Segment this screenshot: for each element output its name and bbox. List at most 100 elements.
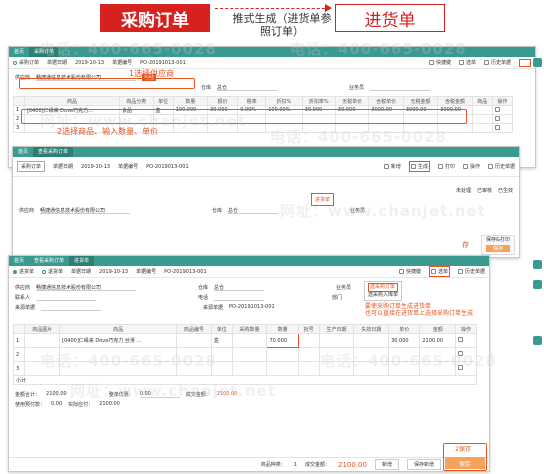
side-icon[interactable] (533, 260, 542, 269)
step3-label: 2保存 (455, 446, 471, 453)
watermark: 网址：www.chanjet.net (280, 202, 486, 220)
tab-home[interactable]: 首页 (13, 147, 33, 157)
watermark: 电话：400-665-0028 (270, 128, 447, 146)
select-button[interactable]: 选单 (428, 266, 450, 277)
warehouse-label: 仓库 (201, 84, 212, 91)
date-label: 单据日期 (71, 269, 92, 275)
staff-label: 业务员 (336, 284, 352, 291)
contact-input[interactable] (36, 294, 97, 301)
src-label: 来源单据 (15, 304, 36, 311)
tab-view-purchase-order[interactable]: 查看采购订单 (33, 147, 74, 157)
save-print-panel: 保存&打印 保存 (481, 235, 515, 255)
select-button[interactable]: 选单 (458, 59, 476, 66)
doc-type-label: 采购订单 (19, 60, 40, 66)
print-button[interactable]: 打印 (437, 163, 455, 170)
history-button[interactable]: 历史单据 (487, 163, 515, 170)
supplier-row-3: 供应商 畅捷通信息技术股份有限公司 仓库 总仓 业务员 (9, 282, 489, 292)
status-audited: 已审核 (476, 187, 492, 194)
status-row: 未处理 已审核 已生效 (13, 185, 519, 195)
tab-bar-3: 首页 查看采购订单 进货单 (9, 256, 489, 266)
src2-label: 来源单据 (203, 304, 224, 311)
operate-icon (462, 164, 468, 169)
phone-input[interactable] (214, 294, 265, 301)
phone-label: 电话 (198, 294, 209, 301)
warehouse-input[interactable]: 总仓 (217, 84, 278, 91)
table-header: 商品 商品分类 单位 数量 报价 税率 折扣% 折扣率% 无税单价 含税单价 无税金额 含税金额 商品操… (13, 96, 514, 106)
doc-type: 采购订单 (13, 59, 39, 66)
history-button[interactable]: 历史单据 (457, 268, 485, 275)
copy-icon[interactable] (494, 106, 500, 112)
history-icon (483, 60, 489, 65)
add-button[interactable]: 新增 (374, 459, 399, 470)
no-label: 单据编号 (112, 60, 133, 66)
select-icon (458, 60, 464, 65)
side-icon[interactable] (533, 280, 542, 289)
watermark: 网址：www.chanjet.net (70, 382, 276, 400)
history-button[interactable]: 历史单据 (483, 59, 511, 66)
generate-button[interactable]: 生成 (408, 161, 430, 172)
no-value[interactable]: PO-20191013-001 (140, 60, 186, 66)
table-header: 商品图片 商品 商品编号 单位 采购数量 数量 批号 生产日期 失效日期 单价 金额 操作 (12, 324, 477, 334)
tab-home[interactable]: 首页 (9, 47, 29, 57)
staff-input[interactable] (370, 84, 431, 91)
tab-bar-2: 首页 查看采购订单 (13, 147, 519, 157)
save-add-button[interactable]: 保存新增 (406, 459, 441, 470)
save-hint: 存 (462, 241, 469, 249)
supplier-value: 畅捷通信息技术股份有限公司 (40, 207, 131, 214)
no-value: PO-2019013-001 (146, 163, 189, 170)
supplier-input[interactable]: 畅捷通信息技术股份有限公司 (36, 284, 137, 291)
receipt-title: 进货单 (335, 4, 445, 32)
radio-receipt[interactable]: 进货单 (13, 268, 34, 275)
copy-icon[interactable] (458, 337, 464, 342)
radio-return[interactable]: 退货单 (42, 268, 63, 275)
toolbar-3: 进货单 退货单 单据日期 2019-10-13 单据编号 PO-2019013-… (9, 266, 489, 278)
warehouse-input[interactable]: 总仓 (214, 284, 265, 291)
actual-value: 2100.00 (99, 401, 120, 407)
side-icon[interactable] (533, 336, 542, 345)
side-icon[interactable] (533, 58, 542, 67)
watermark: 电话：400-665-0028 (320, 352, 497, 370)
keyboard-icon (398, 269, 404, 274)
copy-icon[interactable] (494, 124, 500, 130)
no-value[interactable]: PO-2019013-001 (164, 269, 207, 275)
warehouse-label: 仓库 (198, 284, 209, 291)
shortcut-button[interactable]: 快捷键 (428, 59, 451, 66)
date-value[interactable]: 2019-10-13 (99, 269, 128, 275)
radio-checked-icon (13, 269, 17, 274)
table-row[interactable]: 1 [0400]仁缘来 Dove巧克力 丝滑 ... 盒 70.000 30.000 21… (12, 333, 477, 348)
status-pending: 未处理 (455, 187, 471, 194)
radio-icon (42, 269, 47, 274)
tab-home[interactable]: 首页 (9, 256, 29, 266)
save-button[interactable]: 保存 (486, 245, 510, 252)
select-stock-in-item[interactable]: 选采购入库单 (368, 292, 398, 299)
dept-label: 部门 (332, 294, 343, 301)
qty-cell[interactable]: 70.000 (266, 333, 299, 348)
supplier-label: 供应商 (19, 207, 35, 214)
total-label: 金额合计： (15, 391, 41, 398)
total-value: 2100.00 (46, 391, 67, 397)
prepay-value: 0.00 (51, 401, 63, 407)
no-label: 单据编号 (118, 164, 139, 170)
shortcut-button[interactable]: 快捷键 (398, 268, 421, 275)
select-purchase-order-item[interactable]: 选采购订单 (368, 283, 399, 292)
tab-view-purchase-order[interactable]: 查看采购订单 (29, 256, 69, 266)
footer-bar: 商品种类： 1 成交金额： 2100.00 新增 保存新增 (9, 457, 489, 471)
contact-label: 联系人 (15, 294, 31, 301)
operate-button[interactable]: 操作 (462, 163, 480, 170)
tip-note: 要使采购订单生成进货单 也可以直接在进货单上选择采购订单生成 (365, 303, 474, 317)
date-value[interactable]: 2019-10-13 (75, 60, 104, 66)
date-label: 单据日期 (47, 60, 68, 66)
plus-icon (383, 164, 389, 169)
history-icon (457, 269, 463, 274)
new-button[interactable]: 新增 (383, 163, 401, 170)
step1-label: 1选择供应商 (129, 69, 175, 78)
watermark: 电话：400-665-0028 (40, 352, 217, 370)
flow-arrow (215, 4, 332, 12)
select-icon (430, 269, 436, 274)
copy-icon[interactable] (494, 115, 500, 121)
settings-button[interactable] (519, 58, 531, 67)
src-input[interactable] (41, 304, 102, 311)
save-print-label: 保存&打印 (486, 237, 510, 243)
keyboard-icon (428, 60, 434, 65)
tab-receipt[interactable]: 进货单 (69, 256, 95, 266)
